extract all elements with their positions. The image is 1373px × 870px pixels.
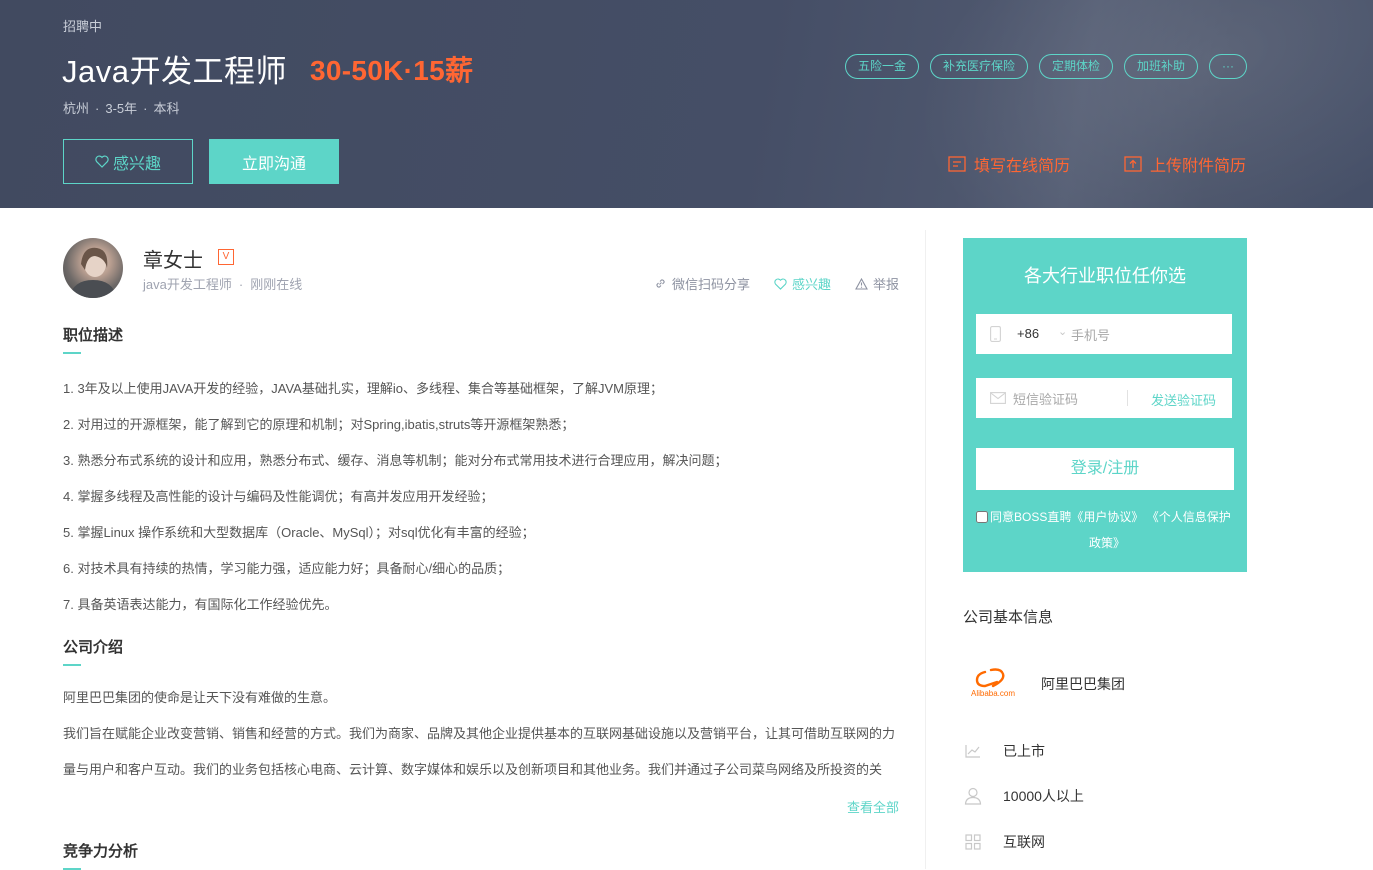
job-title: Java开发工程师: [62, 54, 287, 89]
company-logo[interactable]: Alibaba.com: [963, 664, 1023, 704]
heart-icon: [95, 155, 109, 168]
wechat-share-label: 微信扫码分享: [671, 277, 750, 292]
job-experience: 3-5年: [105, 101, 138, 116]
report-label: 举报: [872, 277, 899, 292]
company-intro-paragraph: 我们旨在赋能企业改变营销、销售和经营的方式。我们为商家、品牌及其他企业提供基本的…: [63, 726, 896, 777]
section-title-competition: 竞争力分析: [63, 840, 138, 870]
interest-link-label: 感兴趣: [791, 277, 831, 292]
see-all-link[interactable]: 查看全部: [847, 797, 899, 816]
user-agreement-link[interactable]: 《用户协议》: [1071, 510, 1143, 524]
job-location: 杭州: [63, 101, 90, 116]
login-register-button[interactable]: 登录/注册: [976, 448, 1234, 490]
recruiter-avatar: [63, 238, 123, 298]
login-card: 各大行业职位任你选 +86 ⌄ 手机号 短信验证码 发送验证码 登录/注册 同意…: [963, 238, 1247, 572]
recruiter-position: java开发工程师: [143, 277, 232, 292]
mail-icon: [990, 392, 1006, 404]
interest-button[interactable]: 感兴趣: [63, 139, 193, 184]
benefit-tag: 定期体检: [1038, 54, 1113, 79]
verified-badge: V: [218, 249, 234, 265]
header-decoration: [855, 0, 1373, 208]
description-line: 2. 对用过的开源框架，能了解到它的原理和机制；对Spring,ibatis,s…: [63, 417, 575, 432]
agreement-text: 同意BOSS直聘《用户协议》 《个人信息保护 政策》: [976, 504, 1238, 556]
column-divider: [925, 230, 926, 869]
company-intro-paragraph: 阿里巴巴集团的使命是让天下没有难做的生意。: [63, 690, 337, 705]
wechat-share-button[interactable]: 微信扫码分享: [654, 274, 750, 293]
phone-input[interactable]: +86 ⌄ 手机号: [976, 314, 1232, 354]
warning-icon: [855, 277, 868, 290]
agree-checkbox[interactable]: [976, 511, 988, 523]
benefit-tag: 五险一金: [844, 54, 919, 79]
benefit-tags: 五险一金 补充医疗保险 定期体检 加班补助 ···: [844, 54, 1247, 79]
benefit-tag: 补充医疗保险: [929, 54, 1028, 79]
upload-icon: [1124, 156, 1142, 172]
avatar-photo: [69, 247, 117, 298]
company-logo-text: Alibaba.com: [971, 689, 1015, 698]
upload-resume-link[interactable]: 上传附件简历: [1124, 152, 1246, 176]
company-industry-row: 互联网: [963, 832, 1045, 852]
alibaba-logo-icon: Alibaba.com: [971, 668, 1015, 698]
description-line: 7. 具备英语表达能力，有国际化工作经验优先。: [63, 597, 338, 612]
link-icon: [656, 279, 665, 288]
report-button[interactable]: 举报: [855, 274, 899, 293]
privacy-policy-link[interactable]: 《个人信息保护: [1147, 510, 1231, 524]
fill-online-resume-label: 填写在线简历: [974, 158, 1071, 175]
phone-icon: [990, 326, 1001, 342]
agree-prefix: 同意BOSS直聘: [990, 510, 1072, 524]
meta-separator: ·: [143, 101, 148, 116]
resume-icon: [948, 156, 966, 172]
chevron-down-icon: ⌄: [1058, 326, 1068, 338]
job-actions: 微信扫码分享 感兴趣 举报: [654, 274, 899, 293]
recruiter-meta: java开发工程师 · 刚刚在线: [143, 274, 302, 293]
description-line: 1. 3年及以上使用JAVA开发的经验，JAVA基础扎实，理解io、多线程、集合…: [63, 381, 663, 396]
grid-icon: [965, 834, 981, 850]
sms-placeholder: 短信验证码: [1013, 392, 1079, 407]
company-stage-row: 已上市: [963, 741, 1045, 761]
person-icon: [964, 787, 982, 805]
heart-icon: [774, 277, 787, 290]
description-line: 6. 对技术具有持续的热情，学习能力强，适应能力好；具备耐心/细心的品质；: [63, 561, 511, 576]
recruiter-name: 章女士: [143, 250, 203, 272]
phone-placeholder: 手机号: [1071, 328, 1111, 343]
login-title: 各大行业职位任你选: [1024, 266, 1186, 286]
job-header: 招聘中 Java开发工程师 30-50K·15薪 杭州 · 3-5年 · 本科 五险一金…: [0, 0, 1373, 208]
meta-separator: ·: [95, 101, 100, 116]
company-name[interactable]: 阿里巴巴集团: [1041, 674, 1125, 694]
privacy-policy-link-cont[interactable]: 政策》: [1089, 536, 1125, 550]
send-code-button[interactable]: 发送验证码: [1151, 390, 1216, 409]
more-tags-button[interactable]: ···: [1209, 54, 1247, 79]
company-size-row: 10000人以上: [963, 786, 1084, 806]
field-separator: [1127, 390, 1128, 406]
interest-link[interactable]: 感兴趣: [774, 274, 831, 293]
description-line: 3. 熟悉分布式系统的设计和应用，熟悉分布式、缓存、消息等机制；能对分布式常用技…: [63, 453, 728, 468]
fill-online-resume-link[interactable]: 填写在线简历: [948, 152, 1070, 176]
benefit-tag: 加班补助: [1123, 54, 1198, 79]
section-title-company: 公司介绍: [63, 636, 123, 666]
company-industry: 互联网: [1003, 834, 1045, 850]
job-education: 本科: [153, 101, 180, 116]
recruiter-online-status: 刚刚在线: [250, 277, 303, 292]
chat-now-button[interactable]: 立即沟通: [209, 139, 339, 184]
company-size: 10000人以上: [1003, 788, 1084, 804]
section-title-description: 职位描述: [63, 324, 123, 354]
sms-code-input[interactable]: 短信验证码 发送验证码: [976, 378, 1232, 418]
job-status: 招聘中: [63, 19, 103, 34]
job-salary: 30-50K·15薪: [310, 55, 474, 86]
company-info-title: 公司基本信息: [963, 609, 1054, 626]
job-meta: 杭州 · 3-5年 · 本科: [63, 98, 180, 117]
interest-button-label: 感兴趣: [112, 155, 161, 173]
chart-trend-icon: [965, 745, 980, 758]
description-line: 4. 掌握多线程及高性能的设计与编码及性能调优；有高并发应用开发经验；: [63, 489, 494, 504]
country-code-select[interactable]: +86: [1017, 326, 1039, 341]
meta-separator: ·: [238, 277, 244, 292]
description-line: 5. 掌握Linux 操作系统和大型数据库（Oracle、MySql）；对sql…: [63, 525, 535, 540]
upload-resume-label: 上传附件简历: [1150, 158, 1247, 175]
company-stage: 已上市: [1003, 743, 1045, 759]
